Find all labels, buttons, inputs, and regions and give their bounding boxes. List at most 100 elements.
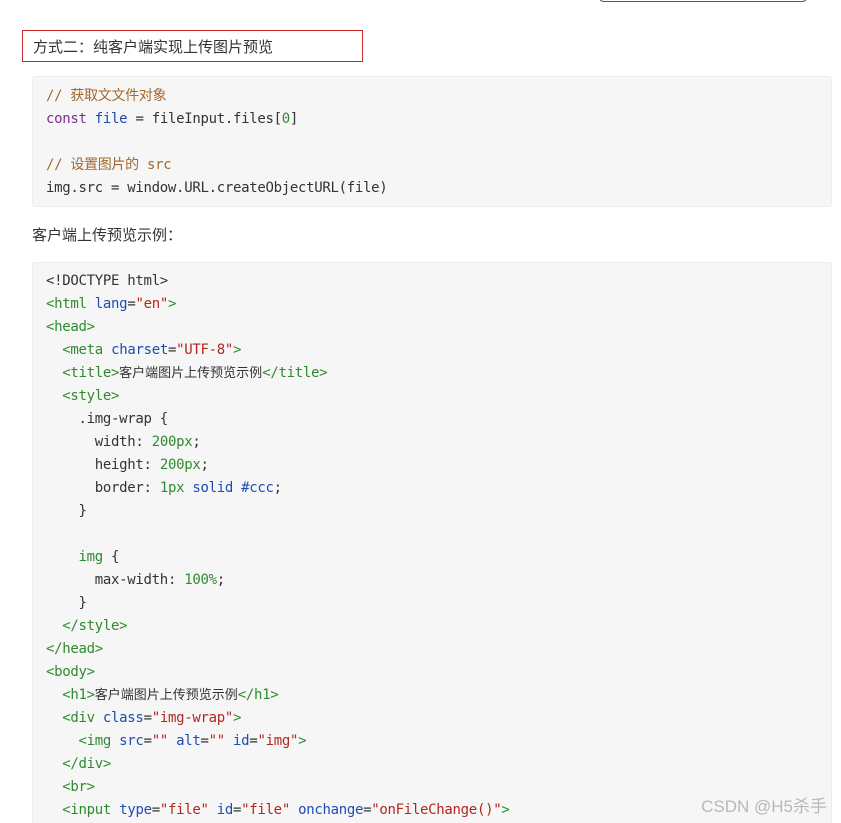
code-text: 客户端图片上传预览示例 (94, 688, 238, 703)
code-text: = (143, 710, 152, 726)
code-tag: </style> (62, 618, 128, 634)
code-tag: <html (46, 296, 87, 312)
watermark: CSDN @H5杀手 (701, 797, 827, 816)
section-heading: 方式二：纯客户端实现上传图片预览 (22, 30, 363, 62)
code-text: ; (273, 480, 282, 496)
code-tag: <input (62, 802, 112, 818)
code-attr: id (216, 802, 234, 818)
code-attr: class (102, 710, 144, 726)
code-text: = (233, 802, 242, 818)
code-line: // 设置图片的 src (46, 154, 831, 177)
code-selector: .img-wrap { (78, 411, 169, 427)
code-line: border: 1px solid #ccc; (46, 477, 831, 500)
code-line: <!DOCTYPE html> (46, 270, 831, 293)
code-line: <h1>客户端图片上传预览示例</h1> (46, 684, 831, 707)
code-tag: > (167, 296, 177, 312)
code-text: } (78, 595, 87, 611)
code-line: .img-wrap { (46, 408, 831, 431)
code-text: ; (200, 457, 209, 473)
code-text: 客户端图片上传预览示例 (119, 366, 263, 381)
code-keyword: const (46, 111, 87, 127)
code-selector: img (78, 549, 104, 565)
code-tag: </title> (262, 365, 328, 381)
code-string: "onFileChange()" (371, 802, 502, 818)
code-tag: > (501, 802, 510, 818)
code-string: "file" (241, 802, 290, 818)
code-text: ; (216, 572, 225, 588)
code-text: = (200, 733, 209, 749)
code-tag: </head> (46, 641, 103, 657)
code-comment: // 获取文文件对象 (46, 88, 167, 104)
code-tag: <head> (46, 319, 95, 335)
code-attr: lang (94, 296, 128, 312)
code-string: "" (208, 733, 226, 749)
code-comment: // 设置图片的 src (46, 157, 172, 173)
code-line: img.src = window.URL.createObjectURL(fil… (46, 177, 831, 200)
code-tag: <title> (62, 365, 120, 381)
code-string: "img" (257, 733, 299, 749)
code-tag: <h1> (62, 687, 95, 703)
code-line: <img src="" alt="" id="img"> (46, 730, 831, 753)
code-line: height: 200px; (46, 454, 831, 477)
code-text: = (143, 733, 152, 749)
code-tag: <div (62, 710, 95, 726)
code-line: <html lang="en"> (46, 293, 831, 316)
code-string: "" (151, 733, 169, 749)
code-line: // 获取文文件对象 (46, 85, 831, 108)
code-doctype: <!DOCTYPE html> (46, 273, 168, 289)
code-line: img { (46, 546, 831, 569)
code-text: } (78, 503, 87, 519)
code-text: = (167, 342, 177, 358)
code-number: 0 (281, 111, 290, 127)
code-line: } (46, 592, 831, 615)
code-tag: <img (78, 733, 112, 749)
code-property: height: (94, 457, 160, 473)
paragraph-text: 客户端上传预览示例： (32, 226, 183, 244)
code-string: "file" (159, 802, 209, 818)
section-heading-text: 方式二：纯客户端实现上传图片预览 (33, 37, 274, 56)
code-tag: <style> (62, 388, 120, 404)
code-attr: type (119, 802, 152, 818)
code-tag: > (298, 733, 307, 749)
code-tag: <br> (62, 779, 95, 795)
code-line: <title>客户端图片上传预览示例</title> (46, 362, 831, 385)
code-block-file-object: // 获取文文件对象 const file = fileInput.files[… (32, 76, 832, 207)
code-tag: </h1> (237, 687, 279, 703)
code-number: 100% (184, 572, 217, 588)
code-attr: id (233, 733, 250, 749)
code-text: = fileInput.files[ (127, 111, 282, 127)
code-tag: </div> (62, 756, 112, 772)
code-number: 1px (159, 480, 185, 496)
code-line: width: 200px; (46, 431, 831, 454)
code-variable: file (94, 111, 128, 127)
code-string: "en" (135, 296, 168, 312)
code-text: ] (289, 111, 299, 127)
code-line: max-width: 100%; (46, 569, 831, 592)
code-line: </head> (46, 638, 831, 661)
code-color-value: #ccc (241, 480, 274, 496)
code-text: = (151, 802, 160, 818)
code-property: border: (94, 480, 160, 496)
code-line: </style> (46, 615, 831, 638)
code-string: "img-wrap" (151, 710, 234, 726)
code-text: img.src = window.URL.createObjectURL(fil… (46, 180, 388, 196)
code-tag: > (233, 342, 242, 358)
code-line: <div class="img-wrap"> (46, 707, 831, 730)
code-line: <style> (46, 385, 831, 408)
code-number: 200px (151, 434, 193, 450)
code-attr: charset (111, 342, 168, 358)
code-property: max-width: (94, 572, 185, 588)
code-attr: src (119, 733, 144, 749)
code-line: </div> (46, 753, 831, 776)
top-input-box (598, 0, 808, 2)
code-tag: <meta (62, 342, 103, 358)
code-attr: alt (176, 733, 201, 749)
code-tag: <body> (46, 664, 95, 680)
code-text: { (102, 549, 120, 565)
code-line: <head> (46, 316, 831, 339)
code-line: <meta charset="UTF-8"> (46, 339, 831, 362)
code-block-html-example: <!DOCTYPE html> <html lang="en"> <head> … (32, 262, 832, 823)
code-text: ; (192, 434, 201, 450)
